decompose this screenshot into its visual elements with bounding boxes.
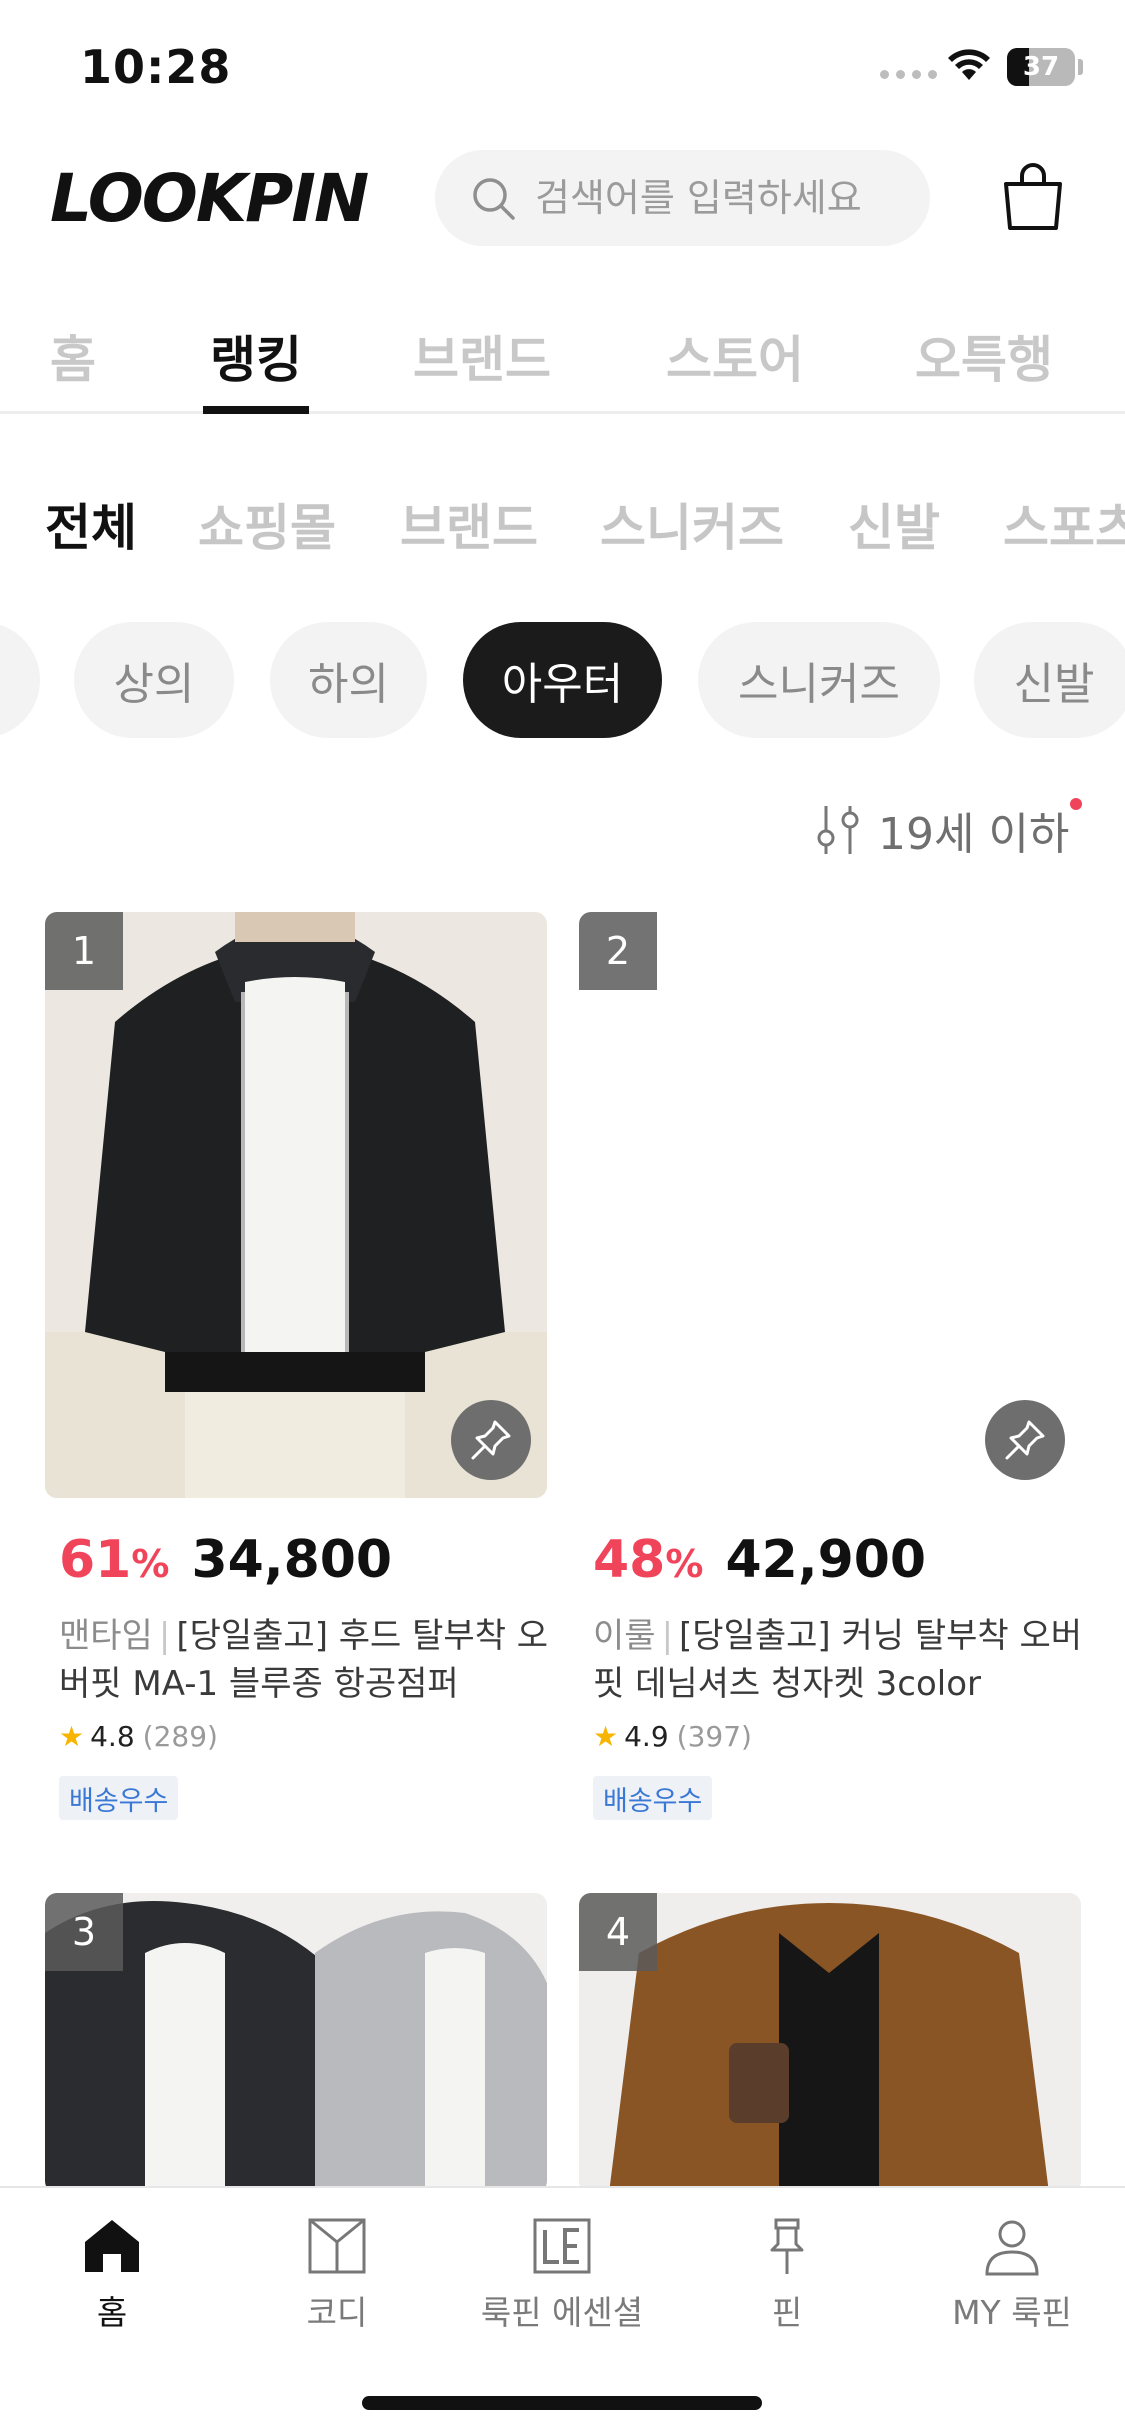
battery-level: 37 bbox=[1022, 52, 1060, 82]
delivery-badge: 배송우수 bbox=[593, 1776, 713, 1820]
rating-row: ★ 4.9 (397) bbox=[593, 1720, 752, 1753]
age-filter[interactable]: 19세 이하 bbox=[812, 795, 1082, 865]
category-chips: 상의 하의 아우터 스니커즈 신발 bbox=[0, 622, 1125, 740]
pin-icon bbox=[1005, 1420, 1045, 1460]
tab-store[interactable]: 스토어 bbox=[666, 320, 804, 392]
search-icon bbox=[473, 178, 515, 220]
brand-name: 이룰 bbox=[593, 1616, 656, 1656]
rank-badge: 2 bbox=[579, 912, 657, 990]
percent-sign: % bbox=[131, 1542, 170, 1586]
tab-otukhaeng[interactable]: 오특행 bbox=[915, 320, 1053, 392]
pin-icon bbox=[770, 2218, 804, 2274]
delivery-badge: 배송우수 bbox=[59, 1776, 179, 1820]
sale-price: 42,900 bbox=[725, 1530, 927, 1590]
separator: | bbox=[158, 1616, 171, 1656]
person-icon bbox=[985, 2220, 1039, 2276]
review-count: (397) bbox=[676, 1720, 752, 1753]
nav-essential-label: 룩핀 에센셜 bbox=[480, 2293, 644, 2332]
wifi-icon bbox=[948, 49, 990, 80]
nav-my-label: MY 룩핀 bbox=[952, 2293, 1072, 2332]
pin-button[interactable] bbox=[451, 1400, 531, 1480]
filter-notification-dot bbox=[1070, 798, 1082, 810]
chip-partial[interactable] bbox=[0, 622, 40, 738]
pin-icon bbox=[471, 1420, 511, 1460]
chip-outer[interactable]: 아우터 bbox=[463, 622, 662, 738]
rating-value: 4.8 bbox=[90, 1720, 135, 1753]
rating-row: ★ 4.8 (289) bbox=[59, 1720, 218, 1753]
chip-bottom[interactable]: 하의 bbox=[270, 622, 427, 738]
scope-sneakers[interactable]: 스니커즈 bbox=[600, 488, 784, 558]
scope-brand[interactable]: 브랜드 bbox=[400, 488, 538, 558]
rating-value: 4.9 bbox=[624, 1720, 669, 1753]
tab-ranking[interactable]: 랭킹 bbox=[210, 320, 302, 392]
nav-home-label: 홈 bbox=[96, 2293, 128, 2332]
star-icon: ★ bbox=[59, 1720, 85, 1753]
discount-rate: 61 bbox=[59, 1530, 132, 1590]
chip-sneakers[interactable]: 스니커즈 bbox=[698, 622, 940, 738]
search-input[interactable] bbox=[535, 168, 895, 228]
nav-my[interactable]: MY 룩핀 bbox=[912, 2216, 1112, 2334]
status-time: 10:28 bbox=[80, 40, 232, 94]
percent-sign: % bbox=[665, 1542, 704, 1586]
star-icon: ★ bbox=[593, 1720, 619, 1753]
app-logo[interactable]: LOOKPIN bbox=[50, 160, 369, 237]
review-count: (289) bbox=[142, 1720, 218, 1753]
active-tab-indicator bbox=[203, 406, 309, 414]
scope-shoppingmall[interactable]: 쇼핑몰 bbox=[198, 488, 336, 558]
chip-top[interactable]: 상의 bbox=[74, 622, 234, 738]
price-row: 61 % 34,800 bbox=[59, 1530, 392, 1590]
rank-badge: 4 bbox=[579, 1893, 657, 1971]
cellular-signal-icon bbox=[880, 70, 937, 79]
chip-shoes[interactable]: 신발 bbox=[974, 622, 1125, 738]
shopping-bag-icon[interactable] bbox=[1000, 160, 1066, 232]
tab-home[interactable]: 홈 bbox=[50, 320, 96, 392]
category-scope-tabs: 전체 쇼핑몰 브랜드 스니커즈 신발 스포츠 bbox=[0, 488, 1125, 558]
nav-codi-label: 코디 bbox=[306, 2293, 368, 2332]
home-icon bbox=[85, 2220, 139, 2272]
codi-shirt-icon bbox=[308, 2218, 366, 2274]
le-essential-icon bbox=[533, 2218, 591, 2274]
nav-essential[interactable]: 룩핀 에센셜 bbox=[462, 2216, 662, 2334]
rank-badge: 1 bbox=[45, 912, 123, 990]
pin-button[interactable] bbox=[985, 1400, 1065, 1480]
product-description[interactable]: 맨타임 | [당일출고] 후드 탈부착 오버핏 MA-1 블루종 항공점퍼 bbox=[59, 1612, 549, 1708]
sale-price: 34,800 bbox=[191, 1530, 393, 1590]
age-filter-label: 19세 이하 bbox=[878, 809, 1070, 860]
separator: | bbox=[661, 1616, 674, 1656]
battery-icon: 37 bbox=[1007, 48, 1075, 86]
nav-pin-label: 핀 bbox=[771, 2293, 803, 2332]
product-description[interactable]: 이룰 | [당일출고] 커닝 탈부착 오버핏 데님셔츠 청자켓 3color bbox=[593, 1612, 1083, 1708]
search-bar[interactable] bbox=[435, 150, 930, 246]
rank-badge: 3 bbox=[45, 1893, 123, 1971]
scope-all[interactable]: 전체 bbox=[45, 488, 137, 558]
scope-shoes[interactable]: 신발 bbox=[848, 488, 940, 558]
home-indicator[interactable] bbox=[362, 2396, 762, 2410]
main-tabs: 홈 랭킹 브랜드 스토어 오특행 bbox=[0, 310, 1125, 414]
tab-brand[interactable]: 브랜드 bbox=[413, 320, 551, 392]
brand-name: 맨타임 bbox=[59, 1616, 153, 1656]
nav-codi[interactable]: 코디 bbox=[237, 2216, 437, 2334]
scope-sports[interactable]: 스포츠 bbox=[1003, 488, 1125, 558]
nav-pin[interactable]: 핀 bbox=[687, 2216, 887, 2334]
status-bar: 10:28 37 bbox=[0, 0, 1125, 135]
nav-home[interactable]: 홈 bbox=[12, 2216, 212, 2334]
filter-sliders-icon bbox=[817, 806, 859, 854]
discount-rate: 48 bbox=[593, 1530, 666, 1590]
price-row: 48 % 42,900 bbox=[593, 1530, 926, 1590]
